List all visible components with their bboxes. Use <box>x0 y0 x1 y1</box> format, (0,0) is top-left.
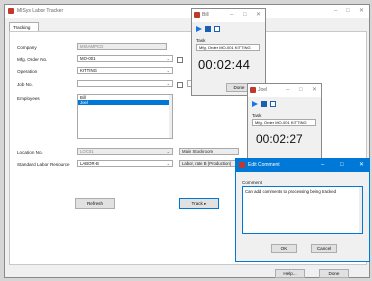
employee-item-joel[interactable]: Joel <box>78 100 172 105</box>
edit-comment-minimize-icon[interactable]: – <box>321 161 324 169</box>
bill-elapsed-time: 00:02:44 <box>198 57 251 72</box>
mfg-order-label: Mfg. Order No. <box>17 57 48 62</box>
location-select[interactable]: LOC01 ⌄ <box>77 148 173 155</box>
comment-icon[interactable] <box>270 101 276 107</box>
edit-comment-maximize-icon[interactable]: □ <box>340 161 344 169</box>
company-field[interactable]: MISAMPCO <box>77 43 167 50</box>
joel-task-field: Mfg. Order MO-001 KITTING <box>252 119 316 126</box>
employees-list[interactable]: Bill Joel <box>77 94 173 139</box>
labor-resource-select[interactable]: LABOR-B ⌄ <box>77 160 173 167</box>
company-label: Company <box>17 45 37 50</box>
help-button[interactable]: Help... <box>275 269 305 278</box>
comment-label: Comment <box>242 180 262 185</box>
stop-icon[interactable] <box>261 101 267 107</box>
chevron-down-icon: ⌄ <box>166 161 170 166</box>
joel-titlebar: Joel – □ ✕ <box>248 84 321 97</box>
play-icon: ▸ <box>204 201 207 206</box>
main-titlebar: MISys Labor Tracker – □ ✕ <box>5 5 369 18</box>
operation-label: Operation <box>17 69 38 74</box>
comment-text: Can add comments to processing being tra… <box>245 189 337 194</box>
chevron-down-icon: ⌄ <box>166 81 170 86</box>
job-no-label: Job No. <box>17 82 33 87</box>
joel-task-label: Task <box>252 113 262 118</box>
app-icon <box>8 8 14 14</box>
app-icon <box>250 87 256 93</box>
bill-task-label: Task <box>196 38 206 43</box>
filter-icon[interactable] <box>177 82 183 88</box>
joel-minimize-icon[interactable]: – <box>286 86 289 94</box>
labor-resource-label: Standard Labor Resource <box>17 162 70 167</box>
filter-icon[interactable] <box>177 57 183 63</box>
labor-resource-description: Labor, rate B (Production) <box>179 160 239 167</box>
joel-maximize-icon[interactable]: □ <box>299 86 303 94</box>
operation-value: KITTING <box>80 68 97 73</box>
bill-minimize-icon[interactable]: – <box>230 11 233 19</box>
play-icon[interactable] <box>252 101 258 107</box>
cancel-button[interactable]: Cancel <box>311 244 337 253</box>
edit-comment-window: Edit Comment – □ ✕ Comment Can add comme… <box>235 158 370 262</box>
edit-comment-title: Edit Comment <box>248 162 280 168</box>
job-no-select[interactable]: ⌄ <box>77 80 173 87</box>
employees-label: Employees <box>17 96 40 101</box>
location-value: LOC01 <box>80 149 94 154</box>
edit-comment-close-icon[interactable]: ✕ <box>359 161 364 169</box>
operation-select[interactable]: KITTING ⌄ <box>77 67 173 74</box>
chevron-down-icon: ⌄ <box>166 56 170 61</box>
main-maximize-icon[interactable]: □ <box>346 7 350 15</box>
mfg-order-value: MO-001 <box>80 56 96 61</box>
joel-close-icon[interactable]: ✕ <box>312 86 317 94</box>
chevron-down-icon: ⌄ <box>166 149 170 154</box>
comment-icon[interactable] <box>214 26 220 32</box>
done-button[interactable]: Done <box>319 269 349 278</box>
comment-scrollbar[interactable] <box>359 187 362 233</box>
main-close-icon[interactable]: ✕ <box>359 7 364 15</box>
location-description: Main Stockroom <box>179 148 239 155</box>
bill-task-field: Mfg. Order MO-001 KITTING <box>196 44 260 51</box>
track-button[interactable]: Track ▸ <box>179 198 219 209</box>
comment-textarea[interactable]: Can add comments to processing being tra… <box>242 186 363 234</box>
main-minimize-icon[interactable]: – <box>334 7 337 15</box>
app-icon <box>239 162 245 168</box>
joel-elapsed-time: 00:02:27 <box>256 132 303 146</box>
location-label: Location No. <box>17 150 43 155</box>
main-window-title: MISys Labor Tracker <box>17 8 64 14</box>
labor-resource-value: LABOR-B <box>80 161 99 166</box>
employees-scrollbar[interactable] <box>169 95 172 138</box>
bill-window-title: Bill <box>202 12 209 18</box>
app-icon <box>194 12 200 18</box>
bill-close-icon[interactable]: ✕ <box>256 11 261 19</box>
ok-button[interactable]: OK <box>271 244 297 253</box>
joel-timer-window: Joel – □ ✕ Task Mfg. Order MO-001 KITTIN… <box>247 83 322 163</box>
refresh-button[interactable]: Refresh <box>75 198 115 209</box>
joel-window-title: Joel <box>258 87 268 93</box>
stop-icon[interactable] <box>205 26 211 32</box>
play-icon[interactable] <box>196 26 202 32</box>
bill-titlebar: Bill – □ ✕ <box>192 9 265 22</box>
track-button-label: Track <box>191 201 203 206</box>
chevron-down-icon: ⌄ <box>166 68 170 73</box>
edit-comment-titlebar: Edit Comment – □ ✕ <box>236 159 369 172</box>
bill-maximize-icon[interactable]: □ <box>243 11 247 19</box>
mfg-order-select[interactable]: MO-001 ⌄ <box>77 55 173 62</box>
